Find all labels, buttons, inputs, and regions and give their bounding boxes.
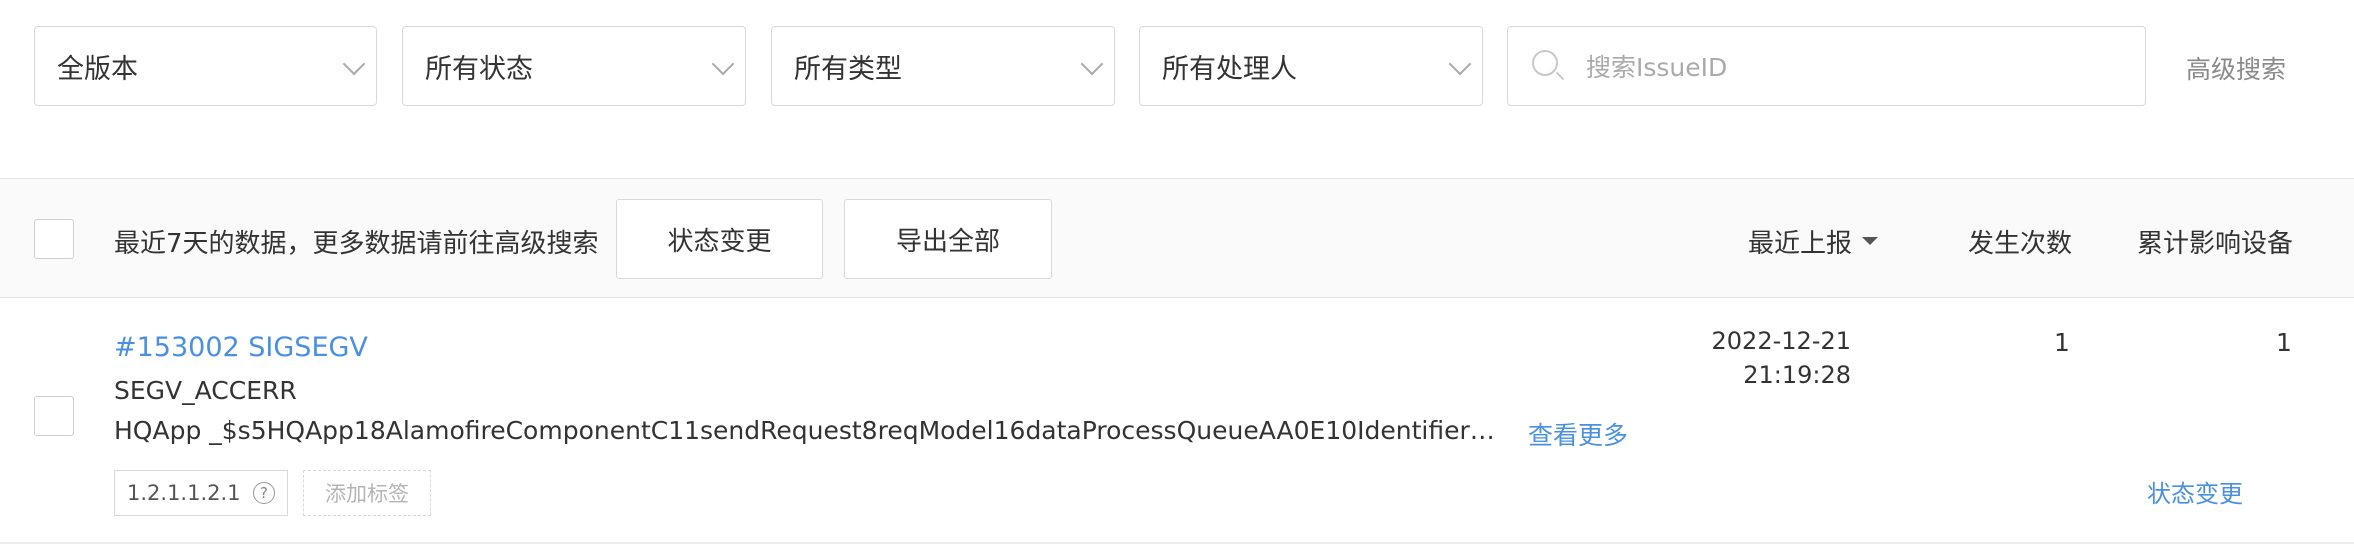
list-toolbar: 最近7天的数据，更多数据请前往高级搜索 状态变更 导出全部 最近上报 发生次数 … [0, 178, 2354, 298]
chevron-down-icon [342, 52, 366, 76]
version-select[interactable]: 全版本 [34, 26, 377, 106]
issue-stack-summary: HQApp _$s5HQApp18AlamofireComponentC11se… [114, 416, 1504, 445]
export-all-button[interactable]: 导出全部 [844, 199, 1052, 279]
version-select-value: 全版本 [57, 53, 138, 85]
issue-error-code: SEGV_ACCERR [114, 376, 297, 405]
issue-row-checkbox[interactable] [34, 396, 74, 436]
chevron-down-icon [711, 52, 735, 76]
issue-row: #153002 SIGSEGV SEGV_ACCERR HQApp _$s5HQ… [0, 298, 2354, 544]
row-status-change-link[interactable]: 状态变更 [2147, 474, 2243, 509]
select-all-checkbox[interactable] [34, 219, 74, 259]
version-tag: 1.2.1.1.2.1 ? [114, 470, 288, 516]
status-change-button-label: 状态变更 [667, 226, 772, 257]
search-icon [1532, 50, 1558, 76]
affected-devices-header: 累计影响设备 [2137, 229, 2294, 259]
chevron-down-icon [1448, 52, 1472, 76]
issue-search-box[interactable] [1507, 26, 2146, 107]
occurrences-header: 发生次数 [1968, 229, 2073, 259]
status-select[interactable]: 所有状态 [402, 26, 746, 106]
issue-title-link[interactable]: #153002 SIGSEGV [114, 332, 368, 363]
recent-data-hint: 最近7天的数据，更多数据请前往高级搜索 [114, 229, 599, 259]
type-select[interactable]: 所有类型 [771, 26, 1115, 106]
report-date: 2022-12-21 [1711, 327, 1851, 355]
chevron-down-icon [1080, 52, 1104, 76]
add-tag-label: 添加标签 [325, 482, 409, 506]
recent-report-time: 2022-12-21 21:19:28 [1712, 324, 1851, 392]
export-all-button-label: 导出全部 [895, 226, 1000, 257]
question-circle-icon[interactable]: ? [253, 482, 275, 504]
issue-search-input[interactable] [1584, 27, 2128, 107]
type-select-value: 所有类型 [794, 53, 902, 85]
add-tag-button[interactable]: 添加标签 [303, 470, 431, 516]
sort-caret-down-icon[interactable] [1862, 237, 1878, 245]
report-clock-time: 21:19:28 [1743, 361, 1851, 389]
sort-recent-report-header[interactable]: 最近上报 [1748, 223, 1852, 260]
handler-select-value: 所有处理人 [1162, 53, 1297, 85]
occurrence-count: 1 [2054, 328, 2070, 357]
advanced-search-link[interactable]: 高级搜索 [2186, 50, 2286, 86]
status-change-button[interactable]: 状态变更 [616, 199, 823, 279]
view-more-link[interactable]: 查看更多 [1528, 416, 1628, 452]
affected-device-count: 1 [2276, 328, 2292, 357]
handler-select[interactable]: 所有处理人 [1139, 26, 1483, 106]
status-select-value: 所有状态 [425, 53, 533, 85]
version-tag-label: 1.2.1.1.2.1 [127, 481, 241, 505]
